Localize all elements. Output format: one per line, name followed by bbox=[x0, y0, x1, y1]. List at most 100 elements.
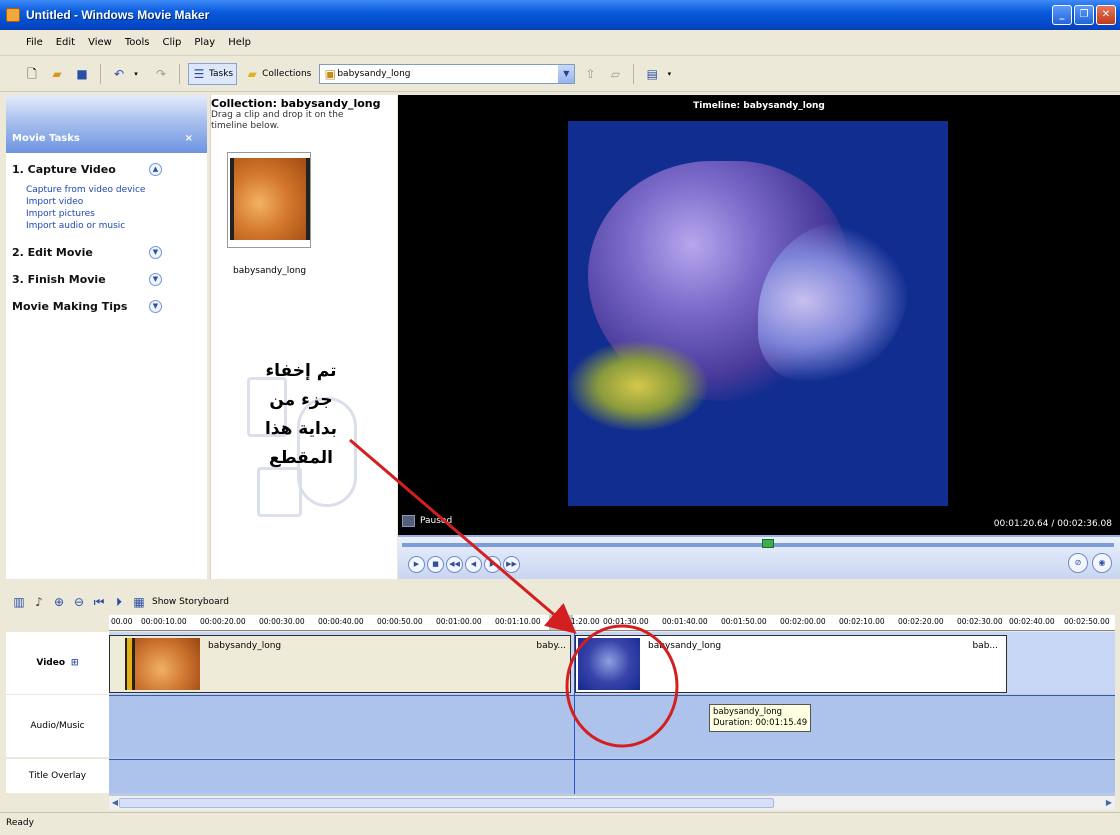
collection-pane: Collection: babysandy_long Drag a clip a… bbox=[210, 95, 397, 579]
section-finish-movie[interactable]: 3. Finish Movie ▼ bbox=[6, 268, 207, 290]
timeline-clip-2[interactable]: babysandy_long bab... bbox=[575, 635, 1007, 693]
link-import-audio[interactable]: Import audio or music bbox=[26, 220, 207, 232]
title-overlay-track[interactable] bbox=[109, 759, 1115, 793]
track-label-title: Title Overlay bbox=[6, 759, 109, 793]
ruler-tick: 00:00:50.00 bbox=[377, 617, 423, 626]
seek-handle[interactable] bbox=[762, 539, 774, 548]
section-capture-video[interactable]: 1. Capture Video ▲ bbox=[6, 158, 207, 180]
narrate-icon[interactable]: ♪ bbox=[32, 595, 46, 609]
ruler-tick: 00:02:50.00 bbox=[1064, 617, 1110, 626]
maximize-button[interactable]: ❐ bbox=[1074, 5, 1094, 25]
timeline-tracks: babysandy_long baby... babysandy_long ba… bbox=[109, 632, 1115, 795]
clip-1-end-label: baby... bbox=[536, 641, 566, 651]
movie-tasks-title: Movie Tasks bbox=[12, 133, 80, 144]
movie-tasks-pane: Movie Tasks × 1. Capture Video ▲ Capture … bbox=[6, 95, 207, 579]
clip-name: babysandy_long bbox=[233, 266, 307, 276]
menu-play[interactable]: Play bbox=[194, 35, 215, 50]
chevron-down-icon[interactable]: ▼ bbox=[558, 65, 575, 83]
close-button[interactable]: ✕ bbox=[1096, 5, 1116, 25]
next-frame-button[interactable]: ▶▶ bbox=[503, 556, 520, 573]
annotation-line: تم إخفاء bbox=[265, 361, 337, 381]
section-movie-making-tips[interactable]: Movie Making Tips ▼ bbox=[6, 295, 207, 317]
window-title: Untitled - Windows Movie Maker bbox=[26, 8, 210, 22]
save-project-button[interactable]: ■ bbox=[72, 63, 92, 85]
split-button[interactable]: ⊘ bbox=[1068, 553, 1088, 573]
menu-file[interactable]: File bbox=[26, 35, 43, 50]
scroll-right-icon[interactable]: ▶ bbox=[1103, 797, 1115, 809]
views-button[interactable]: ▤ ▾ bbox=[642, 63, 679, 85]
clip-2-end-label: bab... bbox=[972, 641, 998, 651]
status-icon bbox=[402, 515, 415, 527]
clip-thumbnail-image bbox=[230, 158, 310, 240]
timeline-clip-1[interactable]: babysandy_long baby... bbox=[109, 635, 571, 693]
stop-button[interactable]: ■ bbox=[427, 556, 444, 573]
preview-monitor: Timeline: babysandy_long Paused 00:01:20… bbox=[398, 95, 1120, 579]
chevron-down-icon[interactable]: ▼ bbox=[149, 299, 162, 313]
redo-button[interactable]: ↷ bbox=[151, 63, 171, 85]
track-label-video: Video ⊞ bbox=[6, 632, 109, 694]
minimize-button[interactable]: _ bbox=[1052, 5, 1072, 25]
new-collection-button[interactable]: ▱ bbox=[605, 63, 625, 85]
scrollbar-thumb[interactable] bbox=[119, 798, 774, 808]
menu-clip[interactable]: Clip bbox=[162, 35, 181, 50]
expand-icon[interactable]: ⊞ bbox=[71, 658, 79, 668]
timeline-scrollbar[interactable]: ◀ ▶ bbox=[109, 795, 1115, 810]
close-icon[interactable]: × bbox=[185, 133, 193, 144]
clip-thumbnail[interactable] bbox=[227, 152, 311, 248]
collection-title: Collection: babysandy_long bbox=[211, 97, 381, 110]
link-import-pictures[interactable]: Import pictures bbox=[26, 208, 207, 220]
ruler-tick: 00:02:30.00 bbox=[957, 617, 1003, 626]
track-label-text: Video bbox=[36, 658, 66, 668]
new-project-button[interactable]: 🗋 bbox=[22, 63, 42, 85]
show-storyboard-icon: ▦ bbox=[133, 595, 145, 609]
tasks-button[interactable]: ☰ Tasks bbox=[188, 63, 238, 85]
tasks-label: Tasks bbox=[209, 69, 234, 79]
collection-dropdown[interactable]: ▣ babysandy_long ▼ bbox=[319, 64, 576, 84]
open-project-button[interactable]: ▰ bbox=[47, 63, 67, 85]
seek-track[interactable] bbox=[402, 543, 1114, 547]
storyboard-icon[interactable]: ▥ bbox=[12, 595, 26, 609]
chevron-down-icon[interactable]: ▼ bbox=[149, 272, 162, 286]
snapshot-button[interactable]: ◉ bbox=[1092, 553, 1112, 573]
playhead[interactable] bbox=[574, 632, 575, 794]
chevron-down-icon[interactable]: ▼ bbox=[149, 245, 162, 259]
undo-button[interactable]: ↶ ▾ bbox=[109, 63, 146, 85]
toolbar: 🗋 ▰ ■ ↶ ▾ ↷ ☰ Tasks ▰ Collections ▣ babysand… bbox=[0, 57, 1120, 92]
up-folder-button[interactable]: ⇧ bbox=[580, 63, 600, 85]
play-button[interactable]: ▶ bbox=[408, 556, 425, 573]
status-bar: Ready bbox=[0, 812, 1120, 835]
menu-tools[interactable]: Tools bbox=[125, 35, 150, 50]
track-label-text: Title Overlay bbox=[28, 771, 87, 781]
video-track[interactable]: babysandy_long baby... babysandy_long ba… bbox=[109, 632, 1115, 694]
show-storyboard-button[interactable]: Show Storyboard bbox=[152, 597, 229, 607]
forward-button[interactable]: ▶ bbox=[484, 556, 501, 573]
ruler-tick: 00:01:40.00 bbox=[662, 617, 708, 626]
clip-tooltip: babysandy_long Duration: 00:01:15.49 bbox=[709, 704, 812, 732]
link-capture-from-device[interactable]: Capture from video device bbox=[26, 184, 207, 196]
section-edit-movie[interactable]: 2. Edit Movie ▼ bbox=[6, 241, 207, 263]
previous-frame-button[interactable]: ◀◀ bbox=[446, 556, 463, 573]
new-document-icon: 🗋 bbox=[27, 67, 37, 81]
ruler-tick: 00:01:00.00 bbox=[436, 617, 482, 626]
preview-title: Timeline: babysandy_long bbox=[693, 101, 825, 111]
audio-track[interactable] bbox=[109, 695, 1115, 757]
track-label-text: Audio/Music bbox=[30, 721, 85, 731]
menu-edit[interactable]: Edit bbox=[56, 35, 75, 50]
chevron-up-icon[interactable]: ▲ bbox=[149, 162, 162, 176]
ruler-tick: 00:01:30.00 bbox=[603, 617, 649, 626]
collections-button[interactable]: ▰ Collections bbox=[242, 63, 314, 85]
collection-icon: ▣ bbox=[324, 67, 337, 81]
rewind-button[interactable]: ◀ bbox=[465, 556, 482, 573]
zoom-out-icon[interactable]: ⊖ bbox=[72, 595, 86, 609]
rewind-timeline-icon[interactable]: ⏮ bbox=[92, 595, 106, 609]
link-import-video[interactable]: Import video bbox=[26, 196, 207, 208]
movie-tasks-header: Movie Tasks × bbox=[6, 95, 207, 153]
play-timeline-icon[interactable]: ⏵ bbox=[112, 595, 126, 609]
section-label: 2. Edit Movie bbox=[12, 245, 93, 259]
clip-1-marker bbox=[127, 638, 132, 690]
timeline-ruler[interactable]: 00.00 00:00:10.00 00:00:20.00 00:00:30.0… bbox=[109, 615, 1115, 631]
zoom-in-icon[interactable]: ⊕ bbox=[52, 595, 66, 609]
folder-icon: ▰ bbox=[247, 67, 257, 81]
menu-help[interactable]: Help bbox=[228, 35, 251, 50]
menu-view[interactable]: View bbox=[88, 35, 112, 50]
